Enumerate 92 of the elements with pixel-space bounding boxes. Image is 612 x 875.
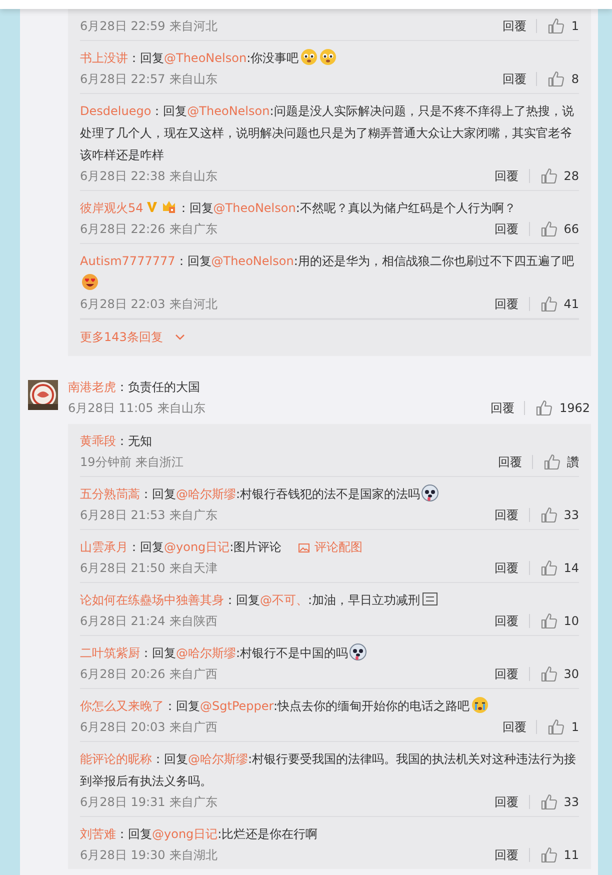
reply-text: 论如何在练蠱场中独善其身：回复@不可、:加油，早日立功减刑 bbox=[80, 589, 579, 611]
reply-text: 山雲承月：回复@yong日记:图片评论 评论配图 bbox=[80, 539, 364, 556]
heart-eyes-icon bbox=[81, 273, 99, 291]
comment-time: 6月28日 20:03 bbox=[80, 719, 166, 736]
comment-time: 6月28日 20:26 bbox=[80, 666, 166, 683]
thumbs-up-icon bbox=[543, 453, 561, 471]
like-button[interactable]: 8 bbox=[547, 69, 579, 89]
reply-button[interactable]: 回覆 bbox=[494, 664, 519, 684]
thumbs-up-icon bbox=[540, 793, 558, 811]
like-button[interactable]: 1 bbox=[547, 717, 579, 737]
like-button[interactable]: 66 bbox=[540, 219, 579, 239]
comment-time: 6月28日 22:26 bbox=[80, 221, 166, 238]
like-button[interactable]: 14 bbox=[540, 558, 579, 578]
comment-location: 来自河北 bbox=[169, 296, 218, 313]
comment-location: 来自广东 bbox=[169, 794, 218, 811]
comment-time: 6月28日 22:57 bbox=[80, 71, 166, 88]
comment-text: ：负责任的大国 bbox=[116, 380, 200, 394]
reply-button[interactable]: 回覆 bbox=[494, 219, 519, 239]
thumbs-up-icon bbox=[547, 70, 566, 88]
thumbs-up-icon bbox=[540, 665, 558, 683]
reply-button[interactable]: 回覆 bbox=[494, 845, 519, 865]
reply-button[interactable]: 回覆 bbox=[494, 505, 519, 525]
comment-time: 6月28日 22:38 bbox=[80, 168, 166, 185]
reply-button[interactable]: 回覆 bbox=[494, 792, 519, 812]
comment-location: 来自河北 bbox=[169, 18, 218, 35]
thumbs-up-icon bbox=[540, 559, 558, 577]
like-button[interactable]: 33 bbox=[540, 505, 579, 525]
like-button[interactable]: 10 bbox=[540, 611, 579, 631]
comment-location: 来自天津 bbox=[169, 560, 218, 577]
like-button[interactable]: 讚 bbox=[543, 452, 579, 472]
dog-face-icon bbox=[421, 484, 440, 502]
dog-face-icon bbox=[349, 643, 368, 661]
like-button[interactable]: 28 bbox=[540, 166, 579, 186]
reply-button[interactable]: 回覆 bbox=[498, 452, 522, 472]
thumbs-up-icon bbox=[540, 295, 558, 313]
comment-time: 6月28日 22:03 bbox=[80, 296, 166, 313]
thumbs-up-icon bbox=[540, 612, 558, 630]
comment-time: 6月28日 19:30 bbox=[80, 847, 166, 864]
comment-time: 6月28日 22:59 bbox=[80, 18, 166, 35]
like-button[interactable]: 11 bbox=[540, 845, 579, 865]
comment-location: 来自山东 bbox=[169, 71, 218, 88]
reply-button[interactable]: 回覆 bbox=[490, 398, 514, 418]
comment-time: 6月28日 21:53 bbox=[80, 507, 166, 524]
comment-location: 来自山东 bbox=[157, 400, 206, 417]
thumbs-up-icon bbox=[547, 17, 566, 35]
reply-button[interactable]: 回覆 bbox=[502, 69, 526, 89]
comment-location: 来自山东 bbox=[169, 168, 218, 185]
reply-button[interactable]: 回覆 bbox=[494, 166, 519, 186]
reply-button[interactable]: 回覆 bbox=[502, 16, 526, 36]
reply-text: 书上没讲：回复@TheoNelson:你没事吧 bbox=[80, 47, 579, 69]
comment-time: 6月28日 19:31 bbox=[80, 794, 166, 811]
like-button[interactable]: 30 bbox=[540, 664, 579, 684]
reply-text: 彼岸观火54 ：回复@TheoNelson:不然呢？真以为储户红码是个人行为啊？ bbox=[80, 197, 579, 219]
reply-button[interactable]: 回覆 bbox=[502, 717, 526, 737]
reply-text: 你怎么又来晚了：回复@SgtPepper:快点去你的缅甸开始你的电话之路吧 bbox=[80, 695, 579, 717]
comment-location: 来自广西 bbox=[169, 666, 218, 683]
crying-face-icon bbox=[470, 696, 489, 714]
worried-face-icon bbox=[318, 48, 337, 66]
comment-location: 来自广东 bbox=[169, 507, 218, 524]
reply-text: Autism7777777：回复@TheoNelson:用的还是华为，相信战狼二你也刷过不下四五遍了吧 bbox=[80, 250, 579, 294]
like-button[interactable]: 33 bbox=[540, 792, 579, 812]
comment-location: 来自湖北 bbox=[169, 847, 218, 864]
worried-face-icon bbox=[300, 48, 318, 66]
verified-icon bbox=[146, 200, 158, 214]
thumbs-up-icon bbox=[540, 846, 558, 864]
reply-text: 二叶筑紫厨：回复@哈尔斯缪:村银行不是中国的吗 bbox=[80, 642, 579, 664]
missing-glyph-icon bbox=[421, 590, 440, 608]
comment-location: 来自广东 bbox=[169, 221, 218, 238]
thumbs-up-icon bbox=[547, 718, 566, 736]
thumbs-up-icon bbox=[535, 399, 554, 417]
like-button[interactable]: 1 bbox=[547, 16, 579, 36]
like-button[interactable]: 41 bbox=[540, 294, 579, 314]
comment-time: 6月28日 21:24 bbox=[80, 613, 166, 630]
reply-text: 五分熟茼蒿：回复@哈尔斯缪:村银行吞钱犯的法不是国家的法吗 bbox=[80, 483, 579, 505]
thumbs-up-icon bbox=[540, 167, 558, 185]
reply-text: 刘苦难：回复@yong日记:比烂还是你在行啊 bbox=[80, 826, 319, 843]
comment-location: 来自浙江 bbox=[135, 454, 184, 471]
reply-button[interactable]: 回覆 bbox=[494, 611, 519, 631]
like-button[interactable]: 1962 bbox=[535, 398, 590, 418]
comment-time: 19分钟前 bbox=[80, 454, 132, 471]
comment-location: 来自陕西 bbox=[169, 613, 218, 630]
reply-button[interactable]: 回覆 bbox=[494, 294, 519, 314]
reply-text: 黄乖段：无知 bbox=[80, 433, 153, 450]
thumbs-up-icon bbox=[540, 506, 558, 524]
comment-time: 6月28日 21:50 bbox=[80, 560, 166, 577]
reply-button[interactable]: 回覆 bbox=[494, 558, 519, 578]
comment-location: 来自广西 bbox=[169, 719, 218, 736]
reply-text: Desdeluego：回复@TheoNelson:问题是没人实际解决问题，只是不疼不痒得上了热搜，说处理了几个人，现在又这样，说明解决问题也只是为了糊弄普通大众让大家闭嘴，其实官老爷该咋样还是咋样 bbox=[80, 103, 575, 164]
image-icon bbox=[298, 542, 310, 554]
thumbs-up-icon bbox=[540, 220, 558, 238]
reply-text: 能评论的昵称：回复@哈尔斯缪:村银行要受我国的法律吗。我国的执法机关对这种违法行为接到举报后有执法义务吗。 bbox=[80, 751, 578, 790]
comment-time: 6月28日 11:05 bbox=[68, 400, 154, 417]
